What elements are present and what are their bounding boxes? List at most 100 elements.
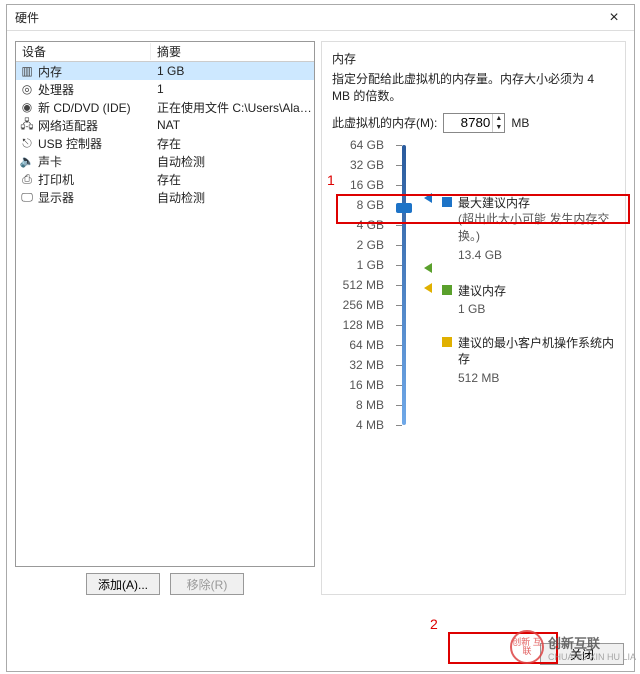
scale-tick [396, 225, 402, 226]
table-row[interactable]: 🖵 显示器 自动检测 [16, 188, 314, 206]
scale-label: 64 MB [349, 338, 384, 352]
table-row[interactable]: ◎ 处理器 1 [16, 80, 314, 98]
device-name: 声卡 [38, 153, 62, 170]
device-summary: 自动检测 [151, 189, 314, 206]
memory-slider[interactable] [392, 145, 418, 445]
scale-tick [396, 405, 402, 406]
dialog-content: 设备 摘要 ▥ 内存 1 GB ◎ 处理器 1 ◉ 新 CD/DVD (IDE) 正在使用文件 … [7, 31, 634, 599]
table-row[interactable]: ▥ 内存 1 GB [16, 62, 314, 80]
memory-field-label: 此虚拟机的内存(M): [332, 114, 437, 131]
display-icon: 🖵 [20, 190, 34, 204]
legend-min-label: 建议的最小客户机操作系统内存 [458, 335, 615, 369]
titlebar: 硬件 × [7, 5, 634, 31]
remove-button: 移除(R) [170, 573, 244, 595]
device-summary: 自动检测 [151, 153, 314, 170]
table-row[interactable]: ⎋ USB 控制器 存在 [16, 134, 314, 152]
memory-slider-area: 64 GB32 GB16 GB8 GB4 GB2 GB1 GB512 MB256… [332, 145, 615, 445]
legend-rec-label: 建议内存 [458, 283, 506, 300]
hardware-list-panel: 设备 摘要 ▥ 内存 1 GB ◎ 处理器 1 ◉ 新 CD/DVD (IDE) 正在使用文件 … [15, 41, 315, 595]
legend-max-value: 13.4 GB [458, 247, 615, 264]
scale-tick [396, 425, 402, 426]
device-name: 新 CD/DVD (IDE) [38, 99, 131, 116]
scale-label: 8 MB [356, 398, 384, 412]
device-name: 处理器 [38, 81, 74, 98]
device-summary: 存在 [151, 135, 314, 152]
legend-min-color-icon [442, 337, 452, 347]
legend-rec-value: 1 GB [458, 301, 506, 318]
legend-rec: 建议内存 1 GB [442, 283, 506, 319]
memory-field-row: 此虚拟机的内存(M): ▲ ▼ MB [332, 113, 615, 133]
device-summary: 1 [151, 82, 314, 96]
table-row[interactable]: ⎙打印机存在 [16, 170, 314, 188]
memory-panel: 内存 指定分配给此虚拟机的内存量。内存大小必须为 4 MB 的倍数。 此虚拟机的… [321, 41, 626, 595]
device-name: 显示器 [38, 189, 74, 206]
scale-tick [396, 265, 402, 266]
memory-icon: ▥ [20, 64, 34, 78]
scale-label: 32 GB [350, 158, 384, 172]
slider-thumb[interactable] [396, 203, 412, 213]
dialog-title: 硬件 [15, 9, 602, 26]
usb-icon: ⎋ [20, 136, 34, 150]
scale-label: 4 MB [356, 418, 384, 432]
device-summary: NAT [151, 118, 314, 132]
slider-track-line [402, 145, 406, 425]
scale-label: 4 GB [357, 218, 384, 232]
watermark: 创新 互联 创新互联 CHUANG XIN HU LIA [510, 630, 636, 664]
scale-tick [396, 345, 402, 346]
spinner-up-icon[interactable]: ▲ [492, 114, 504, 123]
legend-max-color-icon [442, 197, 452, 207]
scale-tick [396, 385, 402, 386]
scale-tick [396, 325, 402, 326]
device-name: 打印机 [38, 171, 74, 188]
device-summary: 正在使用文件 C:\Users\Alan... [151, 99, 314, 116]
scale-label: 32 MB [349, 358, 384, 372]
table-row[interactable]: ◉ 新 CD/DVD (IDE) 正在使用文件 C:\Users\Alan... [16, 98, 314, 116]
hardware-table-header: 设备 摘要 [16, 42, 314, 62]
memory-description: 指定分配给此虚拟机的内存量。内存大小必须为 4 MB 的倍数。 [332, 71, 615, 105]
table-row[interactable]: 🖧 网络适配器 NAT [16, 116, 314, 134]
legend-max-note: (超出此大小可能 发生内存交换。) [458, 211, 615, 245]
watermark-ball-icon: 创新 互联 [510, 630, 544, 664]
close-icon[interactable]: × [602, 10, 626, 26]
device-name: 网络适配器 [38, 117, 98, 134]
scale-tick [396, 365, 402, 366]
device-summary: 1 GB [151, 64, 314, 78]
printer-icon: ⎙ [20, 172, 34, 186]
device-name: 内存 [38, 63, 62, 80]
memory-legend: 最大建议内存 (超出此大小可能 发生内存交换。) 13.4 GB 建议内存 1 … [418, 145, 615, 445]
scale-label: 64 GB [350, 138, 384, 152]
legend-max: 最大建议内存 (超出此大小可能 发生内存交换。) 13.4 GB [442, 195, 615, 264]
device-name: USB 控制器 [38, 135, 102, 152]
nic-icon: 🖧 [20, 118, 34, 132]
scale-label: 512 MB [343, 278, 384, 292]
cpu-icon: ◎ [20, 82, 34, 96]
col-summary[interactable]: 摘要 [151, 43, 314, 60]
scale-label: 256 MB [343, 298, 384, 312]
memory-section-title: 内存 [332, 50, 615, 67]
memory-unit: MB [511, 116, 529, 130]
add-button[interactable]: 添加(A)... [86, 573, 160, 595]
scale-label: 128 MB [343, 318, 384, 332]
legend-max-label: 最大建议内存 [458, 195, 615, 212]
scale-tick [396, 305, 402, 306]
scale-label: 2 GB [357, 238, 384, 252]
sound-icon: 🔈 [20, 154, 34, 168]
hardware-table-body: ▥ 内存 1 GB ◎ 处理器 1 ◉ 新 CD/DVD (IDE) 正在使用文件 C:\Use… [16, 62, 314, 566]
slider-scale-labels: 64 GB32 GB16 GB8 GB4 GB2 GB1 GB512 MB256… [332, 145, 392, 445]
watermark-sub: CHUANG XIN HU LIA [548, 652, 636, 662]
scale-label: 1 GB [357, 258, 384, 272]
hardware-buttons: 添加(A)... 移除(R) [15, 573, 315, 595]
legend-min-value: 512 MB [458, 370, 615, 387]
spinner-down-icon[interactable]: ▼ [492, 123, 504, 132]
watermark-title: 创新互联 [548, 633, 636, 652]
scale-tick [396, 145, 402, 146]
scale-tick [396, 245, 402, 246]
table-row[interactable]: 🔈 声卡 自动检测 [16, 152, 314, 170]
scale-tick [396, 285, 402, 286]
col-device[interactable]: 设备 [16, 43, 151, 60]
hardware-table: 设备 摘要 ▥ 内存 1 GB ◎ 处理器 1 ◉ 新 CD/DVD (IDE) 正在使用文件 … [15, 41, 315, 567]
disc-icon: ◉ [20, 100, 34, 114]
scale-tick [396, 185, 402, 186]
legend-rec-color-icon [442, 285, 452, 295]
legend-min: 建议的最小客户机操作系统内存 512 MB [442, 335, 615, 387]
